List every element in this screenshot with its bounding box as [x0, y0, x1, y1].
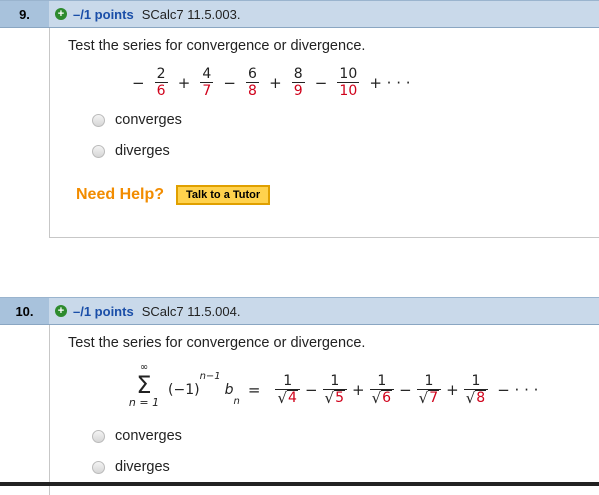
series-sign: − [132, 73, 145, 92]
series-sign: − [399, 381, 412, 399]
sum-lower-limit: n = 1 [128, 396, 160, 409]
question-info: + –/1 points SCalc7 11.5.004. [49, 298, 599, 324]
option-diverges[interactable]: diverges [92, 459, 170, 475]
sigma-notation: ∞ Σ n = 1 [124, 363, 164, 409]
series-tail: − · · · [497, 381, 539, 399]
need-help-label: Need Help? [76, 186, 165, 203]
option-diverges[interactable]: diverges [92, 143, 170, 159]
question-9-header: 9. + –/1 points SCalc7 11.5.003. [0, 0, 599, 28]
series-sign: − [304, 381, 318, 399]
radio-button[interactable] [92, 429, 105, 443]
question-10-body: Test the series for convergence or diver… [49, 325, 599, 495]
option-converges[interactable]: converges [92, 112, 182, 128]
series-fraction: 47 [200, 66, 214, 99]
talk-to-tutor-button[interactable]: Talk to a Tutor [176, 185, 271, 205]
series-fraction: 1 √ 8 [463, 373, 489, 407]
series-sign: + [177, 73, 191, 92]
series-sign: + [446, 381, 459, 399]
series-sign: − [314, 73, 328, 92]
question-number: 10. [15, 303, 34, 319]
radio-button[interactable] [92, 460, 105, 474]
series-fraction: 68 [246, 66, 259, 99]
b-term: b [224, 382, 234, 398]
series-fraction: 1 √ 6 [369, 373, 395, 407]
series-fraction: 1 √ 4 [275, 373, 300, 407]
series-fraction: 26 [154, 66, 168, 99]
question-source: SCalc7 11.5.004. [141, 303, 241, 319]
points-label: –/1 points [73, 6, 134, 22]
question-9-body: Test the series for convergence or diver… [49, 28, 599, 238]
option-label: diverges [115, 143, 170, 159]
series-fraction: 89 [291, 66, 305, 99]
question-prompt: Test the series for convergence or diver… [68, 38, 366, 54]
question-10-header: 10. + –/1 points SCalc7 11.5.004. [0, 297, 599, 325]
series-expression: (−1) n−1 b n = 1 √ 4 − 1 √ 5 + 1 √ 6 − 1 √ 7 + 1… [168, 371, 540, 407]
need-help-section: Need Help? Talk to a Tutor [76, 185, 271, 205]
series-sign: + [352, 381, 365, 399]
equals-sign: = [247, 381, 261, 399]
series-sign: + [269, 73, 282, 92]
question-number: 9. [19, 6, 30, 22]
series-fraction: 1 √ 5 [322, 373, 348, 407]
series-expression: − 26 + 47 − 68 + 89 − 10 10 + · · · [130, 66, 413, 99]
question-prompt: Test the series for convergence or diver… [68, 335, 366, 351]
series-fraction: 1 √ 7 [416, 373, 442, 407]
question-source: SCalc7 11.5.003. [141, 6, 241, 22]
points-label: –/1 points [73, 303, 134, 319]
general-term: (−1) [168, 382, 200, 398]
sigma-icon: Σ [136, 371, 152, 399]
radio-button[interactable] [92, 144, 105, 158]
option-label: converges [115, 112, 182, 128]
option-label: converges [115, 428, 182, 444]
option-label: diverges [115, 459, 170, 475]
option-converges[interactable]: converges [92, 428, 182, 444]
series-fraction: 10 10 [337, 66, 360, 99]
exponent: n−1 [199, 371, 221, 382]
radio-button[interactable] [92, 113, 105, 127]
series-tail: + · · · [369, 73, 411, 92]
question-info: + –/1 points SCalc7 11.5.003. [49, 1, 599, 27]
page-bottom-border [0, 482, 599, 486]
series-sign: − [223, 73, 236, 92]
expand-plus-icon[interactable]: + [55, 8, 67, 20]
expand-plus-icon[interactable]: + [55, 305, 67, 317]
b-subscript: n [233, 396, 240, 407]
